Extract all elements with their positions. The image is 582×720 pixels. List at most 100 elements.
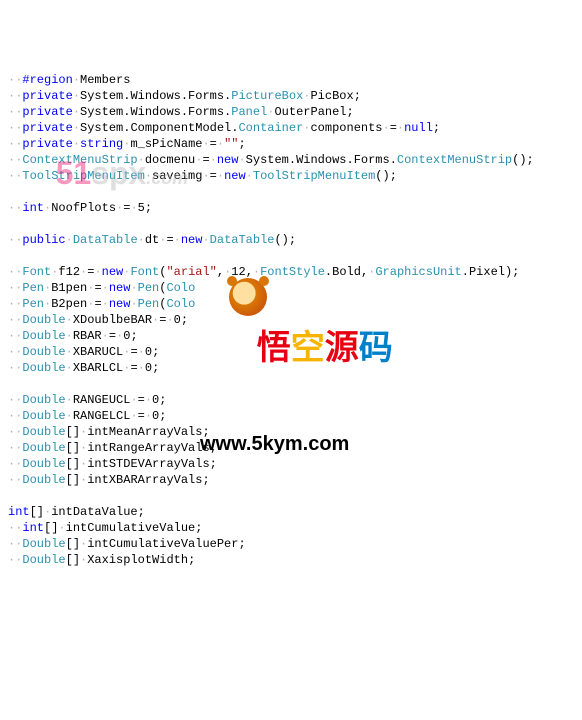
token-id: components	[310, 121, 382, 135]
token-kw: private	[22, 137, 72, 151]
token-pn: ;	[188, 553, 195, 567]
token-pn: []	[66, 457, 80, 471]
code-line: ··Double[]·intRangeArrayVals;	[8, 440, 574, 456]
token-id: RANGEUCL	[73, 393, 131, 407]
code-line: ··int·NoofPlots·=·5;	[8, 200, 574, 216]
token-kw: new	[102, 265, 124, 279]
token-ws: ·	[73, 89, 80, 103]
token-tp: Colo	[166, 281, 195, 295]
code-line: ··Double[]·XaxisplotWidth;	[8, 552, 574, 568]
token-id: XBARLCL	[73, 361, 123, 375]
token-pn: =	[210, 169, 217, 183]
token-pn: ;	[181, 313, 188, 327]
token-pp: #region	[22, 73, 72, 87]
code-line: ··Double[]·intCumulativeValuePer;	[8, 536, 574, 552]
token-kw: private	[22, 121, 72, 135]
token-pn: ;	[210, 457, 217, 471]
token-pn: []	[66, 553, 80, 567]
token-tp: Container	[238, 121, 303, 135]
token-pn: ();	[274, 233, 296, 247]
code-line: ··Double[]·intXBARArrayVals;	[8, 472, 574, 488]
token-ws: ·	[80, 537, 87, 551]
token-id: Bold	[332, 265, 361, 279]
token-id: System.Windows.Forms.	[246, 153, 397, 167]
token-ws: ··	[8, 409, 22, 423]
token-id: saveimg	[152, 169, 202, 183]
token-ws: ··	[8, 297, 22, 311]
token-id: RANGELCL	[73, 409, 131, 423]
token-pn: =	[130, 361, 137, 375]
code-line: ··private·System.Windows.Forms.Panel·Out…	[8, 104, 574, 120]
token-ws: ··	[8, 105, 22, 119]
token-tp: PictureBox	[231, 89, 303, 103]
token-pn: );	[505, 265, 519, 279]
token-id: NoofPlots	[51, 201, 116, 215]
code-line: ··Double·XDoublbeBAR·=·0;	[8, 312, 574, 328]
token-pn: =	[94, 297, 101, 311]
token-tp: DataTable	[73, 233, 138, 247]
token-num: 0	[145, 361, 152, 375]
code-line: ··Double·XBARLCL·=·0;	[8, 360, 574, 376]
code-line: ··private·System.ComponentModel.Containe…	[8, 120, 574, 136]
token-pn: ;	[138, 505, 145, 519]
token-ws: ·	[138, 345, 145, 359]
code-line: ··Pen·B1pen·=·new·Pen(Colo	[8, 280, 574, 296]
token-id: PicBox	[310, 89, 353, 103]
token-tp: Double	[22, 393, 65, 407]
token-kw: int	[8, 505, 30, 519]
code-block: ··#region·Members··private·System.Window…	[8, 72, 574, 568]
code-line	[8, 376, 574, 392]
token-kw: private	[22, 89, 72, 103]
token-pn: =	[138, 409, 145, 423]
token-id: intCumulativeValue	[66, 521, 196, 535]
token-ws: ·	[130, 393, 137, 407]
token-id: XaxisplotWidth	[87, 553, 188, 567]
token-ws: ··	[8, 265, 22, 279]
code-line: ··ToolStripMenuItem·saveimg·=·new·ToolSt…	[8, 168, 574, 184]
token-pn: ;	[159, 409, 166, 423]
token-pn: =	[94, 281, 101, 295]
token-ws: ·	[130, 409, 137, 423]
token-tp: Pen	[138, 281, 160, 295]
token-kw: public	[22, 233, 65, 247]
token-tp: Double	[22, 537, 65, 551]
code-line: ··Double[]·intMeanArrayVals;	[8, 424, 574, 440]
token-ws: ·	[145, 169, 152, 183]
token-pn: ,	[246, 265, 253, 279]
token-ws: ·	[44, 505, 51, 519]
token-ws: ·	[246, 169, 253, 183]
token-id: B1pen	[51, 281, 87, 295]
token-pn: ;	[152, 345, 159, 359]
code-line: ··private·System.Windows.Forms.PictureBo…	[8, 88, 574, 104]
token-pn: ;	[159, 393, 166, 407]
token-kw: new	[217, 153, 239, 167]
token-id: System.Windows.Forms.	[80, 105, 231, 119]
token-kw: null	[404, 121, 433, 135]
code-line: ··ContextMenuStrip·docmenu·=·new·System.…	[8, 152, 574, 168]
token-ws: ··	[8, 441, 22, 455]
token-kw: string	[80, 137, 123, 151]
token-ws: ·	[174, 233, 181, 247]
token-pn: []	[66, 441, 80, 455]
token-num: 0	[174, 313, 181, 327]
token-ws: ··	[8, 361, 22, 375]
token-tp: Double	[22, 329, 65, 343]
token-tp: Font	[130, 265, 159, 279]
token-id: RBAR	[73, 329, 102, 343]
token-num: 0	[145, 345, 152, 359]
token-ws: ·	[80, 553, 87, 567]
code-line: ··Double[]·intSTDEVArrayVals;	[8, 456, 574, 472]
token-pn: ;	[130, 329, 137, 343]
token-str: "arial"	[166, 265, 216, 279]
token-pn: ();	[512, 153, 534, 167]
token-id: Members	[80, 73, 130, 87]
token-ws: ·	[210, 153, 217, 167]
token-ws: ·	[66, 313, 73, 327]
token-ws: ·	[102, 281, 109, 295]
token-tp: ToolStripMenuItem	[253, 169, 375, 183]
code-line: ··Font·f12·=·new·Font("arial",·12,·FontS…	[8, 264, 574, 280]
token-kw: new	[181, 233, 203, 247]
token-ws: ·	[130, 281, 137, 295]
token-id: intRangeArrayVals	[87, 441, 209, 455]
token-tp: Double	[22, 553, 65, 567]
